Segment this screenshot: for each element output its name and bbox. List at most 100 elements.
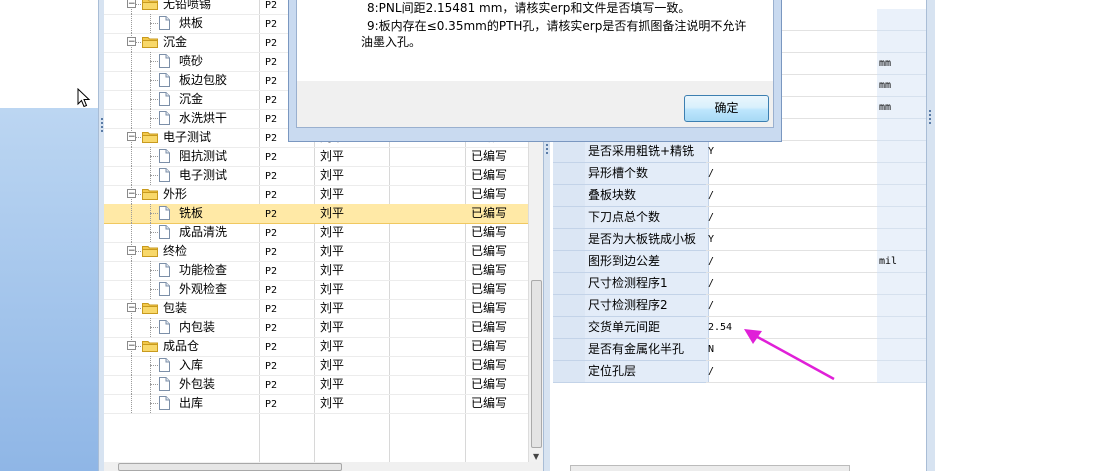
property-label: 尺寸检测程序1: [585, 273, 709, 295]
property-row[interactable]: 下刀点总个数 /: [550, 207, 928, 229]
step-code: P2: [265, 380, 278, 391]
tree-step-row[interactable]: 阻抗测试 P2 刘平 已编写: [104, 147, 528, 167]
property-label: 交货单元间距: [585, 317, 709, 339]
property-row[interactable]: 交货单元间距 2.54: [550, 317, 928, 339]
folder-icon: [142, 0, 158, 10]
property-row[interactable]: 是否有金属化半孔 N: [550, 339, 928, 361]
step-code: P2: [265, 114, 278, 125]
tree-step-row[interactable]: 铣板 P2 刘平 已编写: [104, 204, 528, 224]
tree-connector: [150, 118, 158, 119]
tree-folder-row[interactable]: − 包装 P2 刘平 已编写: [104, 299, 528, 319]
property-hscroll-thumb[interactable]: [570, 465, 850, 471]
status-text: 已编写: [471, 263, 508, 277]
tree-step-row[interactable]: 内包装 P2 刘平 已编写: [104, 318, 528, 338]
property-label: 异形槽个数: [585, 163, 709, 185]
property-value[interactable]: /: [706, 295, 879, 317]
step-name: 阻抗测试: [179, 149, 228, 163]
tree-folder-row[interactable]: − 成品仓 P2 刘平 已编写: [104, 337, 528, 357]
editor-name: 刘平: [320, 339, 345, 353]
property-row[interactable]: 异形槽个数 /: [550, 163, 928, 185]
status-text: 已编写: [471, 320, 508, 334]
property-row[interactable]: 定位孔层 /: [550, 361, 928, 383]
property-value[interactable]: /: [706, 251, 879, 273]
tree-hscroll-thumb[interactable]: [118, 463, 342, 471]
tree-connector: [150, 365, 158, 366]
tree-connector: [131, 109, 132, 128]
document-icon: [159, 282, 170, 296]
tree-connector: [150, 80, 158, 81]
tree-step-row[interactable]: 成品清洗 P2 刘平 已编写: [104, 223, 528, 243]
collapse-toggle-icon[interactable]: −: [127, 341, 136, 351]
property-value[interactable]: Y: [706, 229, 879, 251]
property-unit: [877, 295, 928, 317]
document-icon: [159, 206, 170, 220]
tree-vscroll-thumb[interactable]: [531, 280, 542, 448]
property-unit: [877, 229, 928, 251]
editor-name: 刘平: [320, 320, 345, 334]
collapse-toggle-icon[interactable]: −: [127, 246, 136, 256]
property-unit: [877, 31, 928, 53]
step-name: 无铅喷锡: [163, 0, 212, 11]
tree-connector: [131, 280, 132, 299]
step-name: 沉金: [163, 35, 188, 49]
property-row[interactable]: 图形到边公差 / mil: [550, 251, 928, 273]
step-name: 外观检查: [179, 282, 228, 296]
collapse-toggle-icon[interactable]: −: [127, 132, 136, 142]
property-unit: [877, 119, 928, 141]
scroll-down-arrow-icon[interactable]: ▼: [533, 452, 539, 461]
step-code: P2: [265, 19, 278, 30]
ok-button[interactable]: 确定: [684, 95, 769, 122]
tree-folder-row[interactable]: − 终检 P2 刘平 已编写: [104, 242, 528, 262]
tree-connector: [131, 394, 132, 413]
property-value[interactable]: /: [706, 185, 879, 207]
collapse-toggle-icon[interactable]: −: [127, 303, 136, 313]
right-blank-area: [935, 0, 1093, 471]
property-value[interactable]: Y: [706, 141, 879, 163]
tree-step-row[interactable]: 外观检查 P2 刘平 已编写: [104, 280, 528, 300]
property-unit: mm: [877, 53, 928, 75]
document-icon: [159, 396, 170, 410]
tree-connector: [131, 71, 132, 90]
tree-step-row[interactable]: 出库 P2 刘平 已编写: [104, 394, 528, 414]
status-text: 已编写: [471, 377, 508, 391]
property-row[interactable]: 叠板块数 /: [550, 185, 928, 207]
property-unit: mm: [877, 75, 928, 97]
tree-step-row[interactable]: 功能检查 P2 刘平 已编写: [104, 261, 528, 281]
folder-icon: [142, 37, 158, 48]
tree-step-row[interactable]: 外包装 P2 刘平 已编写: [104, 375, 528, 395]
step-code: P2: [265, 0, 278, 11]
step-name: 烘板: [179, 16, 204, 30]
property-row[interactable]: 是否采用粗铣+精铣 Y: [550, 141, 928, 163]
property-row[interactable]: 尺寸检测程序1/: [550, 273, 928, 295]
collapse-toggle-icon[interactable]: −: [127, 37, 136, 47]
property-value[interactable]: /: [706, 273, 879, 295]
side-panel-background: [0, 108, 100, 471]
tree-step-row[interactable]: 入库 P2 刘平 已编写: [104, 356, 528, 376]
tree-step-row[interactable]: 电子测试 P2 刘平 已编写: [104, 166, 528, 186]
step-code: P2: [265, 228, 278, 239]
row-header: [553, 273, 585, 295]
collapse-toggle-icon[interactable]: −: [127, 0, 136, 9]
tree-connector: [131, 375, 132, 394]
tree-connector: [131, 90, 132, 109]
property-row[interactable]: 尺寸检测程序2/: [550, 295, 928, 317]
property-value[interactable]: /: [706, 163, 879, 185]
step-name: 外形: [163, 187, 188, 201]
status-text: 已编写: [471, 358, 508, 372]
step-code: P2: [265, 133, 278, 144]
collapse-toggle-icon[interactable]: −: [127, 189, 136, 199]
step-name: 内包装: [179, 320, 216, 334]
tree-folder-row[interactable]: − 外形 P2 刘平 已编写: [104, 185, 528, 205]
step-name: 水洗烘干: [179, 111, 228, 125]
tree-connector: [150, 232, 158, 233]
property-value[interactable]: /: [706, 207, 879, 229]
property-unit: [877, 361, 928, 383]
property-label: 定位孔层: [585, 361, 709, 383]
property-row[interactable]: 是否为大板铣成小板 Y: [550, 229, 928, 251]
folder-icon: [142, 132, 158, 143]
property-unit: [877, 141, 928, 163]
step-name: 成品仓: [163, 339, 200, 353]
message-dialog: 8:PNL间距2.15481 mm，请核实erp和文件是否填写一致。 9:板内存…: [288, 0, 782, 142]
step-name: 终检: [163, 244, 188, 258]
step-name: 外包装: [179, 377, 216, 391]
